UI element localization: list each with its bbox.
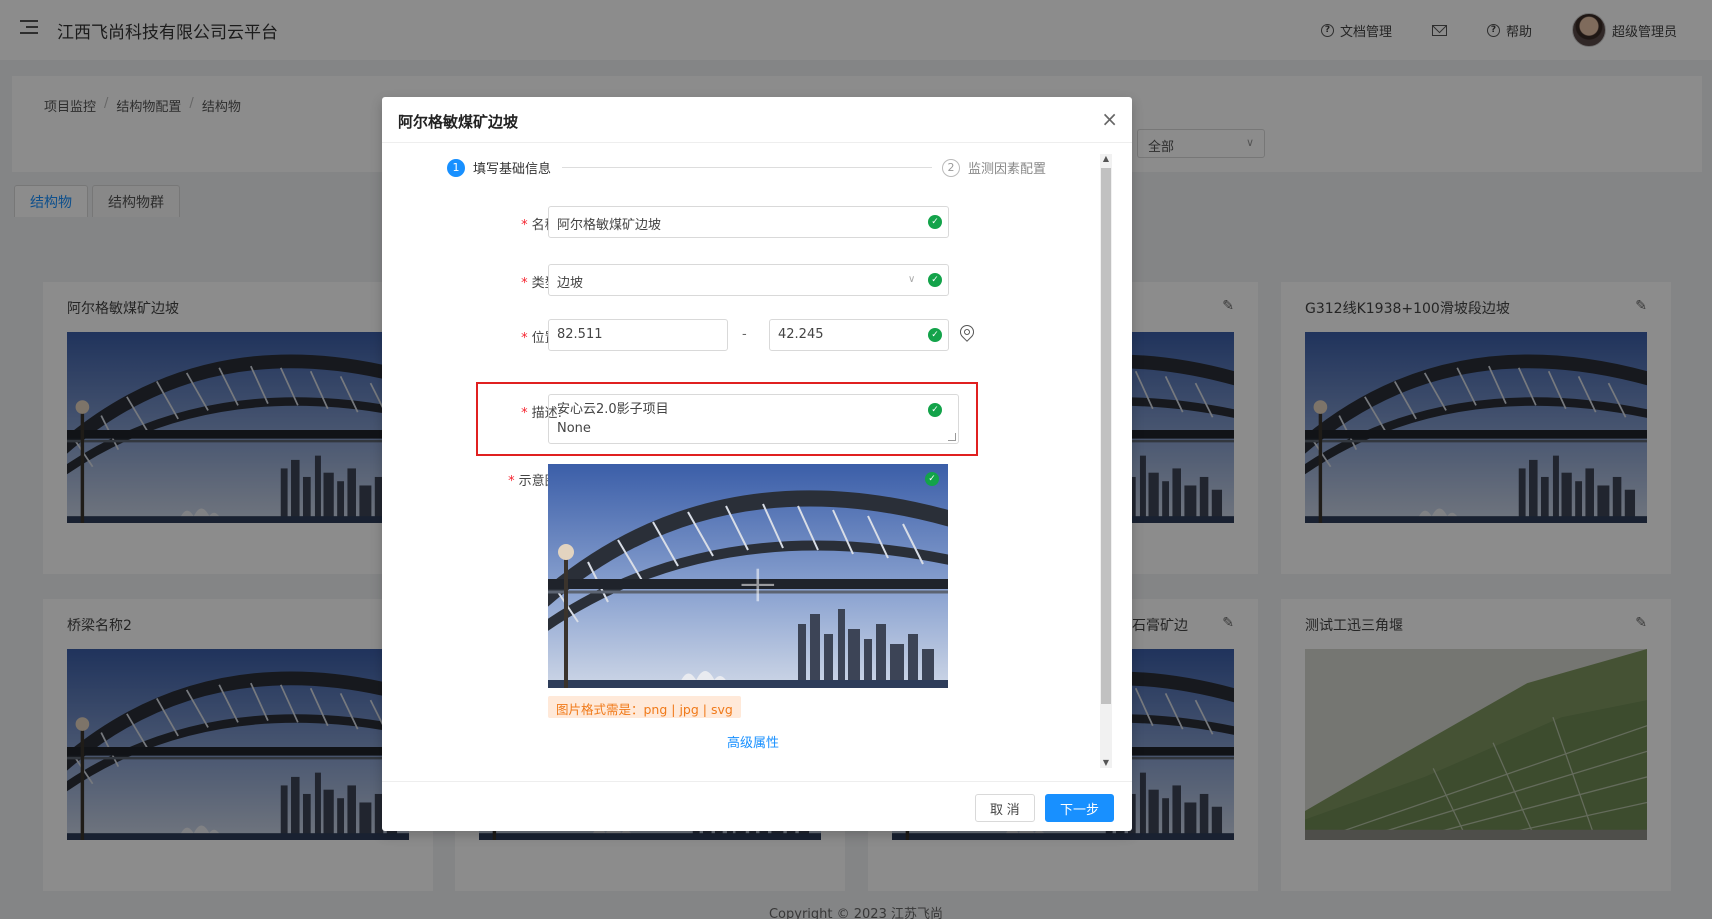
close-icon[interactable]: × xyxy=(1101,107,1118,131)
latitude-value: 42.245 xyxy=(778,327,824,342)
dialog-footer: 取 消 下一步 xyxy=(382,781,1132,831)
description-line: None xyxy=(557,421,591,436)
step-connector xyxy=(562,167,932,168)
image-format-tip: 图片格式需是：png | jpg | svg xyxy=(548,696,741,718)
check-circle-icon: ✓ xyxy=(925,472,939,486)
cancel-button[interactable]: 取 消 xyxy=(975,794,1035,822)
check-circle-icon: ✓ xyxy=(928,328,942,342)
next-step-button[interactable]: 下一步 xyxy=(1045,794,1115,822)
step-label: 填写基础信息 xyxy=(473,162,552,177)
plus-icon: + xyxy=(736,554,780,614)
dialog-body: 1 填写基础信息 2 监测因素配置 * 名称: 阿尔格敏煤矿边坡 ✓ * 类型: 边… xyxy=(382,144,1132,778)
chevron-down-icon: ∨ xyxy=(908,274,916,285)
check-circle-icon: ✓ xyxy=(928,273,942,287)
description-line: 安心云2.0影子项目 xyxy=(557,402,669,417)
type-value: 边坡 xyxy=(557,276,584,291)
scroll-thumb[interactable] xyxy=(1101,168,1111,704)
scroll-down-icon[interactable]: ▼ xyxy=(1101,758,1111,768)
step-label: 监测因素配置 xyxy=(968,162,1047,177)
check-circle-icon: ✓ xyxy=(928,215,942,229)
step-monitor-factors: 2 监测因素配置 xyxy=(942,158,1046,177)
dialog-title: 阿尔格敏煤矿边坡 xyxy=(398,113,519,131)
edit-structure-dialog: 阿尔格敏煤矿边坡 × 1 填写基础信息 2 监测因素配置 * 名称: 阿尔格敏煤矿… xyxy=(382,97,1132,831)
step-basic-info: 1 填写基础信息 xyxy=(447,158,551,177)
type-select[interactable]: 边坡 xyxy=(548,264,949,296)
location-separator: - xyxy=(742,327,747,342)
map-pin-icon[interactable] xyxy=(957,322,977,342)
description-textarea[interactable]: 安心云2.0影子项目 None xyxy=(548,394,959,444)
check-circle-icon: ✓ xyxy=(928,403,942,417)
step-number: 2 xyxy=(942,158,960,177)
dialog-scrollbar[interactable]: ▲ ▼ xyxy=(1100,154,1112,768)
name-input[interactable]: 阿尔格敏煤矿边坡 xyxy=(548,206,949,238)
longitude-input[interactable]: 82.511 xyxy=(548,319,728,351)
step-number: 1 xyxy=(447,158,465,177)
name-value: 阿尔格敏煤矿边坡 xyxy=(557,218,662,233)
dialog-header: 阿尔格敏煤矿边坡 × xyxy=(382,97,1132,143)
latitude-input[interactable]: 42.245 xyxy=(769,319,949,351)
resize-handle[interactable] xyxy=(948,433,956,441)
scroll-up-icon[interactable]: ▲ xyxy=(1101,154,1111,164)
image-upload-preview[interactable]: + ✓ xyxy=(548,464,948,688)
longitude-value: 82.511 xyxy=(557,327,603,342)
advanced-properties-link[interactable]: 高级属性 xyxy=(727,732,779,751)
steps: 1 填写基础信息 2 监测因素配置 xyxy=(447,158,1047,178)
